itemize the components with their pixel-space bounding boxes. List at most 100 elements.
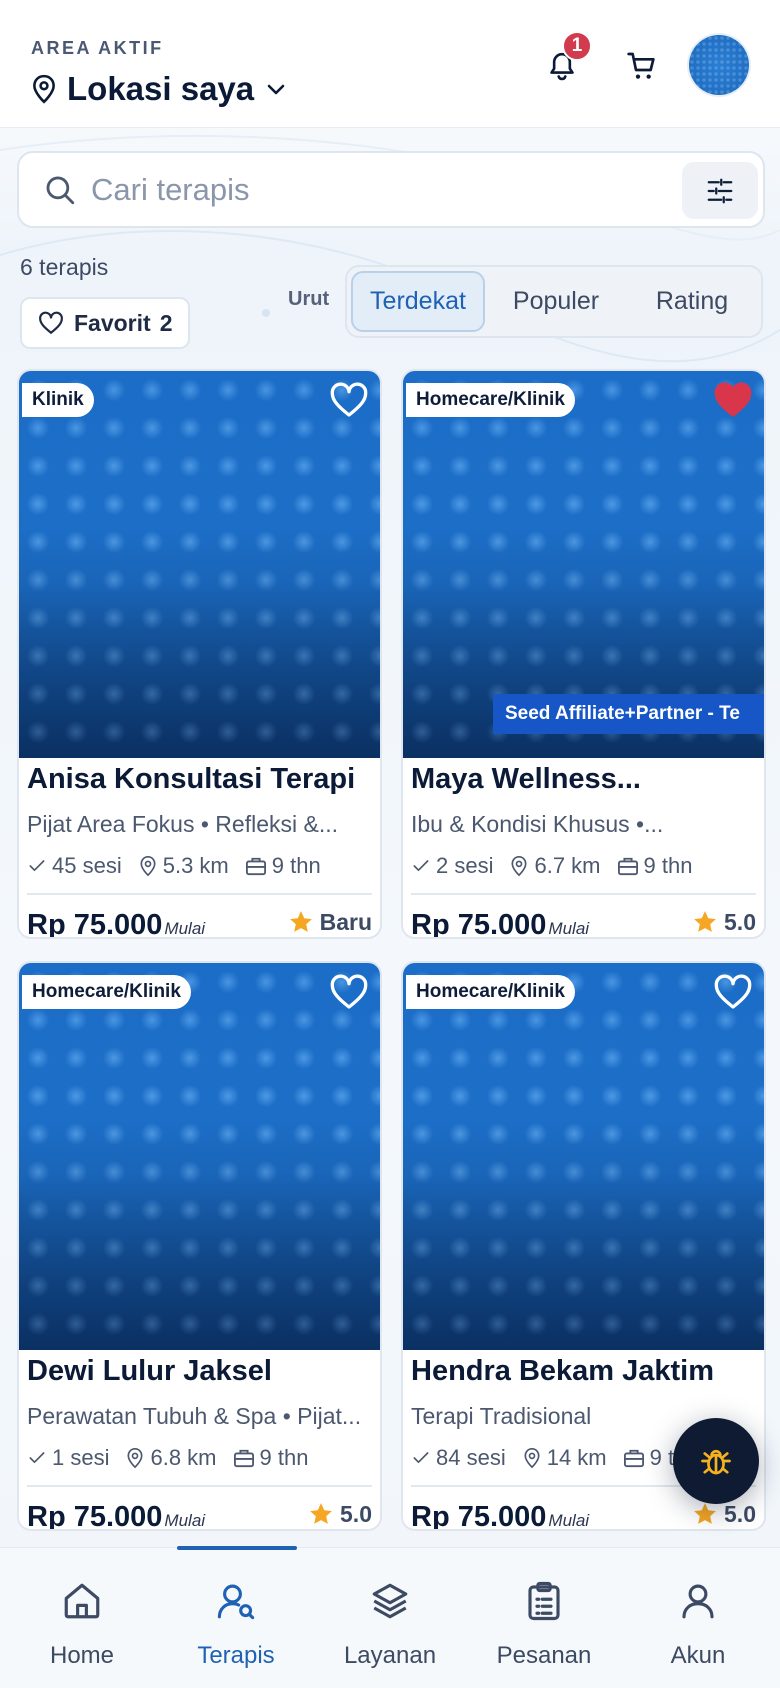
session-count: 2 sesi: [436, 853, 494, 878]
search-icon: [46, 176, 75, 205]
search-input[interactable]: [91, 163, 671, 217]
therapist-name: Hendra Bekam Jaktim: [411, 1355, 715, 1387]
location-pin-icon: [33, 74, 55, 104]
location-pin-icon: [127, 1447, 143, 1469]
distance: 14 km: [546, 1445, 607, 1470]
notification-badge: 1: [562, 31, 592, 61]
price-note: Mulai: [548, 919, 590, 938]
star-icon: [310, 1503, 332, 1524]
area-label: AREA AKTIF: [31, 38, 164, 58]
layers-icon: [372, 1583, 408, 1619]
price-note: Mulai: [548, 1511, 590, 1530]
briefcase-icon: [617, 857, 638, 876]
filter-button[interactable]: [682, 162, 758, 219]
location-name: Lokasi saya: [67, 70, 255, 107]
distance: 6.7 km: [534, 853, 601, 878]
price: Rp 75.000 Mulai: [27, 902, 205, 937]
nav-label: Layanan: [343, 1642, 437, 1669]
service-type-tag: Homecare/Klinik: [22, 975, 191, 1009]
therapist-stats: 1 sesi 6.8 km 9 thn: [27, 1442, 324, 1474]
user-search-icon: [217, 1584, 255, 1620]
price-amount: Rp 75.000: [411, 1501, 547, 1531]
active-tab-indicator: [177, 1546, 297, 1550]
sort-tab-rating[interactable]: Rating: [625, 271, 759, 332]
check-icon: [29, 1452, 45, 1463]
star-icon: [289, 911, 312, 932]
divider: [27, 1485, 372, 1487]
favorites-label: Favorit: [74, 309, 151, 336]
sort-tab-populer[interactable]: Populer: [489, 271, 623, 332]
rating-value: 5.0: [340, 1500, 372, 1527]
clipboard-icon: [528, 1581, 560, 1621]
nav-item-akun[interactable]: Akun: [623, 1548, 773, 1688]
favorites-filter-button[interactable]: Favorit 2: [20, 297, 190, 349]
therapist-card[interactable]: Klinik Anisa Konsultasi Terapi Pijat Are…: [17, 369, 382, 939]
cart-button[interactable]: [620, 44, 664, 88]
therapist-stats: 84 sesi 14 km 9 thn: [411, 1442, 715, 1474]
therapist-stats: 45 sesi 5.3 km 9 thn: [27, 850, 337, 882]
therapist-specialty: Pijat Area Fokus • Refleksi &...: [27, 811, 339, 837]
chevron-down-icon: [267, 84, 285, 95]
app-screen: AREA AKTIF Lokasi saya 1 Cari terapis 6 …: [0, 0, 780, 1688]
nav-label: Akun: [670, 1642, 726, 1669]
experience-years: 9 thn: [271, 853, 321, 878]
favorites-count: 2: [159, 309, 173, 336]
therapist-photo: [19, 371, 380, 758]
therapist-specialty: Ibu & Kondisi Khusus •...: [411, 811, 664, 837]
heart-outline-icon: [39, 311, 63, 334]
distance: 6.8 km: [150, 1445, 217, 1470]
heart-icon[interactable]: [713, 973, 753, 1011]
promo-banner: Seed Affiliate+Partner - Te: [493, 694, 764, 734]
service-type-tag: Klinik: [22, 383, 94, 417]
bottom-navigation: Home Terapis Layanan Pesanan Akun: [0, 1547, 780, 1688]
nav-label: Pesanan: [496, 1642, 592, 1669]
therapist-name: Maya Wellness...: [411, 763, 641, 795]
nav-item-home[interactable]: Home: [7, 1548, 157, 1688]
nav-label: Terapis: [197, 1642, 275, 1669]
session-count: 45 sesi: [52, 853, 122, 878]
price-amount: Rp 75.000: [411, 909, 547, 939]
therapist-card[interactable]: Homecare/Klinik Seed Affiliate+Partner -…: [401, 369, 766, 939]
price-amount: Rp 75.000: [27, 1501, 163, 1531]
avatar[interactable]: [689, 35, 749, 95]
therapist-stats: 2 sesi 6.7 km 9 thn: [411, 850, 708, 882]
location-pin-icon: [524, 1447, 540, 1469]
session-count: 84 sesi: [436, 1445, 506, 1470]
location-pin-icon: [511, 855, 527, 877]
rating-value: 5.0: [724, 908, 756, 935]
location-selector[interactable]: Lokasi saya: [31, 68, 288, 110]
user-icon: [682, 1584, 714, 1619]
heart-filled-icon[interactable]: [713, 381, 753, 419]
nav-item-pesanan[interactable]: Pesanan: [469, 1548, 619, 1688]
service-type-tag: Homecare/Klinik: [406, 383, 575, 417]
experience-years: 9 thn: [643, 853, 693, 878]
price: Rp 75.000 Mulai: [411, 902, 590, 939]
nav-label: Home: [49, 1642, 115, 1669]
rating: Baru: [288, 905, 372, 937]
rating: 5.0: [308, 1497, 372, 1529]
bug-icon: [701, 1449, 731, 1475]
divider: [27, 893, 372, 895]
therapist-photo: [19, 963, 380, 1350]
debug-fab-button[interactable]: [673, 1418, 759, 1504]
heart-icon[interactable]: [329, 973, 369, 1011]
search-bar: [17, 151, 765, 228]
check-icon: [413, 1452, 429, 1463]
star-icon: [694, 1503, 716, 1524]
price: Rp 75.000 Mulai: [411, 1494, 590, 1531]
rating-value: Baru: [319, 908, 372, 935]
heart-icon[interactable]: [329, 381, 369, 419]
therapist-name: Anisa Konsultasi Terapi: [27, 763, 356, 795]
sort-label: Urut: [288, 288, 330, 310]
nav-item-terapis[interactable]: Terapis: [161, 1548, 311, 1688]
sort-tab-terdekat[interactable]: Terdekat: [351, 271, 485, 332]
service-type-tag: Homecare/Klinik: [406, 975, 575, 1009]
briefcase-icon: [623, 1449, 644, 1468]
star-icon: [694, 911, 716, 932]
price-note: Mulai: [164, 1511, 206, 1530]
therapist-card[interactable]: Homecare/Klinik Dewi Lulur Jaksel Perawa…: [17, 961, 382, 1531]
home-icon: [64, 1583, 100, 1619]
therapist-photo: [403, 963, 764, 1350]
nav-item-layanan[interactable]: Layanan: [315, 1548, 465, 1688]
check-icon: [413, 860, 429, 871]
